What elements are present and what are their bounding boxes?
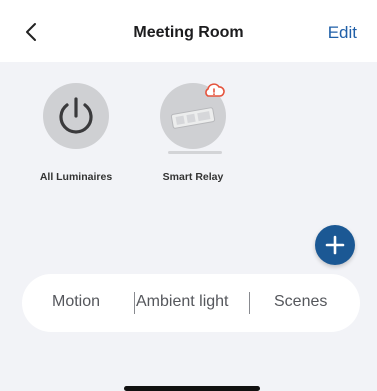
device-status-bar xyxy=(168,151,222,154)
edit-button[interactable]: Edit xyxy=(328,23,357,43)
tab-divider xyxy=(249,292,250,314)
device-label: All Luminaires xyxy=(39,171,113,183)
mode-tab-bar: Motion Ambient light Scenes xyxy=(22,274,360,332)
tab-motion[interactable]: Motion xyxy=(52,293,100,311)
device-label: Smart Relay xyxy=(162,171,224,183)
add-button[interactable] xyxy=(315,225,355,265)
tab-ambient-light[interactable]: Ambient light xyxy=(136,293,229,311)
device-tile-smart-relay[interactable]: Smart Relay xyxy=(143,83,243,183)
device-tile-all-luminaires[interactable]: All Luminaires xyxy=(26,83,126,183)
device-circle[interactable] xyxy=(43,83,109,149)
power-icon xyxy=(59,97,93,134)
home-indicator[interactable] xyxy=(124,386,260,391)
tab-divider xyxy=(134,292,135,314)
plus-icon xyxy=(325,235,345,255)
cloud-warning-icon xyxy=(205,83,225,97)
screen: Meeting Room Edit All Luminaires Smart R… xyxy=(0,0,377,391)
tab-scenes[interactable]: Scenes xyxy=(274,293,327,311)
page-title: Meeting Room xyxy=(133,24,244,41)
header-bar: Meeting Room Edit xyxy=(0,0,377,62)
